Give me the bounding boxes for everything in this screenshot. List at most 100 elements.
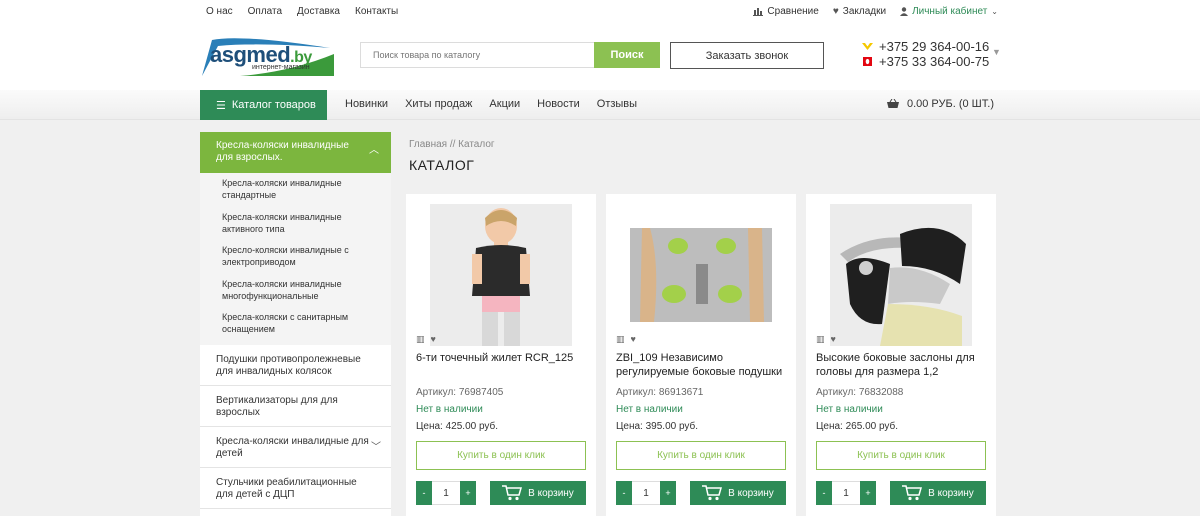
nav-links: Новинки Хиты продаж Акции Новости Отзывы: [345, 98, 637, 110]
cart-summary[interactable]: 0.00 РУБ. (0 ШТ.): [886, 98, 994, 110]
catalog-button[interactable]: ☰ Каталог товаров: [200, 90, 327, 120]
basket-icon: [886, 99, 899, 108]
sidebar-subitem[interactable]: Кресла-коляски с санитарным оснащением: [200, 311, 391, 345]
search-input[interactable]: [360, 42, 594, 68]
sidebar-item-verticalizers[interactable]: Вертикализаторы для для взрослых: [200, 386, 391, 427]
product-card: ▥ ♥ Высокие боковые заслоны для головы д…: [806, 194, 996, 516]
product-card: ▥ ♥ ZBI_109 Независимо регулируемые боко…: [606, 194, 796, 516]
add-to-cart-button[interactable]: В корзину: [490, 481, 586, 505]
logo-tagline: интернет-магазин: [252, 64, 310, 71]
qty-input[interactable]: 1: [832, 481, 860, 505]
qty-minus-button[interactable]: -: [416, 481, 432, 505]
nav-link-news[interactable]: Новости: [537, 98, 580, 110]
nav-link-hits[interactable]: Хиты продаж: [405, 98, 472, 110]
sidebar-item-adult-wheelchairs[interactable]: Кресла-коляски инвалидные для взрослых. …: [200, 132, 391, 173]
catalog-sidebar: Кресла-коляски инвалидные для взрослых. …: [200, 132, 391, 516]
breadcrumb[interactable]: Главная // Каталог: [409, 139, 495, 150]
qty-input[interactable]: 1: [432, 481, 460, 505]
page-title: КАТАЛОГ: [409, 157, 475, 173]
account-label: Личный кабинет: [912, 6, 988, 17]
cart-icon: [902, 485, 923, 501]
sidebar-subitems: Кресла-коляски инвалидные стандартные Кр…: [200, 173, 391, 345]
qty-plus-button[interactable]: +: [860, 481, 876, 505]
heart-icon[interactable]: ♥: [831, 334, 836, 345]
sidebar-item-rehab-chairs[interactable]: Стульчики реабилитационные для детей с Д…: [200, 468, 391, 509]
card-action-icons: ▥ ♥: [616, 334, 636, 345]
buy-one-click-button[interactable]: Купить в один клик: [616, 441, 786, 470]
header: asgmed.by интернет-магазин Поиск Заказат…: [0, 24, 1200, 90]
product-card: ▥ ♥ 6-ти точечный жилет RCR_125 Артикул:…: [406, 194, 596, 516]
compare-icon[interactable]: ▥: [416, 334, 425, 345]
product-image-side-pads[interactable]: [630, 204, 772, 346]
chevron-down-icon[interactable]: ﹀: [371, 442, 381, 454]
qty-input[interactable]: 1: [632, 481, 660, 505]
product-image-head-supports[interactable]: [830, 204, 972, 346]
product-image-vest[interactable]: [430, 204, 572, 346]
product-sku: Артикул: 76832088: [816, 387, 904, 398]
compare-label: Сравнение: [767, 6, 819, 17]
sidebar-item-cushions[interactable]: Подушки противопролежневые для инвалидны…: [200, 345, 391, 386]
top-link-delivery[interactable]: Доставка: [297, 6, 340, 17]
account-link[interactable]: Личный кабинет ⌄: [900, 6, 998, 17]
cart-icon: [502, 485, 523, 501]
bar-chart-icon: [753, 8, 764, 16]
compare-icon[interactable]: ▥: [816, 334, 825, 345]
phones: +375 29 364-00-16 +375 33 364-00-75 ▼: [862, 39, 1001, 69]
buy-one-click-button[interactable]: Купить в один клик: [416, 441, 586, 470]
sidebar-subitem[interactable]: Кресла-коляски инвалидные многофункциона…: [200, 278, 391, 312]
menu-icon: ☰: [216, 99, 226, 112]
phone-mts[interactable]: +375 33 364-00-75: [862, 54, 989, 69]
qty-plus-button[interactable]: +: [460, 481, 476, 505]
product-sku: Артикул: 86913671: [616, 387, 704, 398]
product-name[interactable]: ZBI_109 Независимо регулируемые боковые …: [616, 351, 786, 379]
nav-link-sales[interactable]: Акции: [489, 98, 520, 110]
logo[interactable]: asgmed.by интернет-магазин: [200, 36, 336, 76]
add-to-cart-button[interactable]: В корзину: [690, 481, 786, 505]
sidebar-subitem[interactable]: Кресло-коляски инвалидные с электроприво…: [200, 244, 391, 278]
sidebar-subitem[interactable]: Кресла-коляски инвалидные активного типа: [200, 211, 391, 245]
stock-status: Нет в наличии: [816, 404, 883, 415]
quantity-stepper: - 1 +: [816, 481, 876, 505]
sidebar-item-child-wheelchairs[interactable]: Кресла-коляски инвалидные для детей ﹀: [200, 427, 391, 468]
card-action-icons: ▥ ♥: [816, 334, 836, 345]
velcom-logo-icon: [862, 43, 873, 50]
bookmarks-label: Закладки: [842, 6, 887, 17]
phone-velcom[interactable]: +375 29 364-00-16: [862, 39, 989, 54]
user-icon: [900, 7, 909, 16]
qty-plus-button[interactable]: +: [660, 481, 676, 505]
phones-chevron-down-icon[interactable]: ▼: [992, 47, 1001, 57]
stock-status: Нет в наличии: [416, 404, 483, 415]
chevron-down-icon: ⌄: [991, 7, 998, 16]
stock-status: Нет в наличии: [616, 404, 683, 415]
heart-icon[interactable]: ♥: [431, 334, 436, 345]
order-call-button[interactable]: Заказать звонок: [670, 42, 824, 69]
top-link-about[interactable]: О нас: [206, 6, 233, 17]
product-price: Цена: 395.00 руб.: [616, 421, 699, 432]
compare-link[interactable]: Сравнение: [753, 6, 819, 17]
add-to-cart-button[interactable]: В корзину: [890, 481, 986, 505]
sidebar-subitem[interactable]: Кресла-коляски инвалидные стандартные: [200, 177, 391, 211]
product-name[interactable]: 6-ти точечный жилет RCR_125: [416, 351, 586, 365]
product-price: Цена: 265.00 руб.: [816, 421, 899, 432]
chevron-up-icon[interactable]: ︿: [369, 145, 379, 157]
nav-link-reviews[interactable]: Отзывы: [597, 98, 637, 110]
card-action-icons: ▥ ♥: [416, 334, 436, 345]
qty-minus-button[interactable]: -: [816, 481, 832, 505]
heart-icon[interactable]: ♥: [631, 334, 636, 345]
qty-minus-button[interactable]: -: [616, 481, 632, 505]
top-link-payment[interactable]: Оплата: [248, 6, 282, 17]
search-button[interactable]: Поиск: [594, 42, 660, 68]
main-nav: ☰ Каталог товаров Новинки Хиты продаж Ак…: [0, 90, 1200, 120]
bookmarks-link[interactable]: ♥ Закладки: [833, 6, 886, 17]
nav-link-new[interactable]: Новинки: [345, 98, 388, 110]
quantity-stepper: - 1 +: [416, 481, 476, 505]
product-sku: Артикул: 76987405: [416, 387, 504, 398]
buy-one-click-button[interactable]: Купить в один клик: [816, 441, 986, 470]
cart-icon: [702, 485, 723, 501]
compare-icon[interactable]: ▥: [616, 334, 625, 345]
search-bar: Поиск: [360, 42, 660, 68]
product-price: Цена: 425.00 руб.: [416, 421, 499, 432]
top-link-contacts[interactable]: Контакты: [355, 6, 398, 17]
top-right-links: Сравнение ♥ Закладки Личный кабинет ⌄: [753, 6, 998, 17]
product-name[interactable]: Высокие боковые заслоны для головы для р…: [816, 351, 986, 379]
